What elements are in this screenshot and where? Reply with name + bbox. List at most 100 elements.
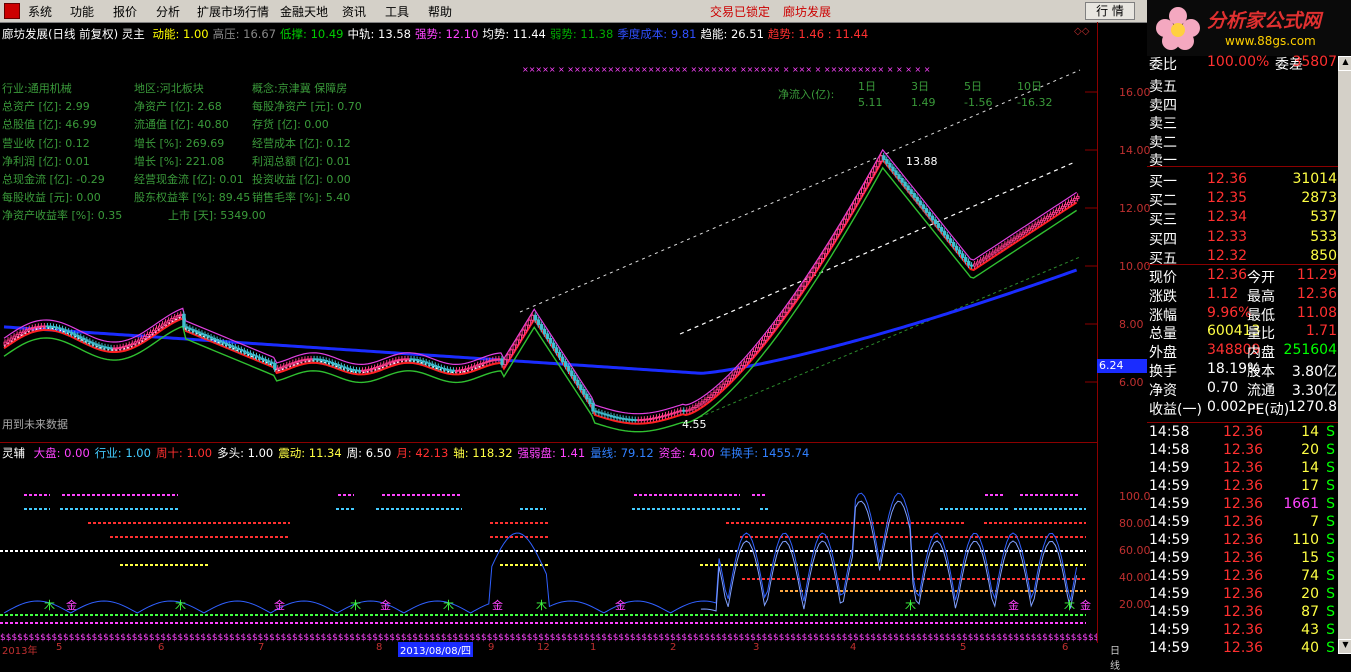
sub-chart-panel[interactable]: 灵辅 大盘: 0.00 行业: 1.00 周十: 1.00 多头: 1.00 震动: 1… [0,442,1098,643]
tick-price: 12.36 [1223,604,1264,620]
year-label: 2013年 [2,646,38,657]
trade-lock-status[interactable]: 交易已锁定 [710,3,770,20]
sell-level[interactable]: 卖四 [1147,95,1351,114]
fundamental-item: 流通值 [亿]: 40.80 [134,118,229,132]
tick-volume: 20 [1301,442,1319,458]
menu-finance[interactable]: 金融天地 [280,3,328,20]
stat-value: 9.96% [1207,304,1252,321]
price-axis: 16.00 14.00 12.00 10.00 8.00 6.00 6.24 1… [1097,22,1151,642]
buy-level[interactable]: 买一 12.36 31014 [1147,171,1351,190]
sell-level[interactable]: 卖三 [1147,113,1351,132]
menu-help[interactable]: 帮助 [428,3,452,20]
app-icon[interactable] [4,3,20,19]
menu-tools[interactable]: 工具 [385,3,409,20]
tick-price: 12.36 [1223,442,1264,458]
tick-side: S [1326,442,1335,458]
stat-value: 1.12 [1207,285,1239,302]
date-tick: 1 [590,642,597,653]
tick-price: 12.36 [1223,532,1264,548]
price-tick: 6.00 [1119,376,1144,389]
buy-price: 12.33 [1207,228,1248,245]
buy-level[interactable]: 买二 12.35 2873 [1147,190,1351,209]
tick-row[interactable]: 14:59 12.36 20 S [1147,586,1351,604]
tick-row[interactable]: 14:59 12.36 14 S [1147,460,1351,478]
buy-level[interactable]: 买三 12.34 537 [1147,209,1351,228]
netflow-value: 1.49 [911,96,936,109]
fundamental-item: 销售毛率 [%]: 5.40 [252,191,351,205]
tick-side: S [1326,478,1335,494]
menu-extended-market[interactable]: 扩展市场行情 [197,3,269,20]
tick-time: 14:59 [1149,586,1190,602]
netflow-period: 1日 [858,80,876,93]
date-tick: 6 [158,642,165,653]
quote-button[interactable]: 行 情 [1085,2,1135,20]
menu-analysis[interactable]: 分析 [156,3,180,20]
menu-system[interactable]: 系统 [28,3,52,20]
date-tick: 6 [1062,642,1069,653]
stat-row: 换手 18.19% 股本 3.80亿 [1147,361,1351,380]
signal-marker: 木 [905,599,916,612]
tick-row[interactable]: 14:59 12.36 87 S [1147,604,1351,622]
tick-row[interactable]: 14:59 12.36 43 S [1147,622,1351,640]
tick-volume: 87 [1301,604,1319,620]
scroll-up-icon[interactable]: ▲ [1338,56,1351,71]
tick-volume: 1661 [1283,496,1319,512]
tick-price: 12.36 [1223,424,1264,440]
menu-function[interactable]: 功能 [70,3,94,20]
divider [1147,264,1351,265]
stat-value: 0.002 [1207,398,1248,415]
tick-row[interactable]: 14:58 12.36 14 S [1147,424,1351,442]
tick-row[interactable]: 14:59 12.36 110 S [1147,532,1351,550]
stat-row: 涨跌 1.12 最高 12.36 [1147,285,1351,305]
netflow-period: 3日 [911,80,929,93]
fundamental-item: 投资收益 [亿]: 0.00 [252,173,351,186]
signal-marker: 金 [274,598,285,612]
site-logo: 分析家公式网 www.88gs.com [1147,0,1351,56]
tick-time: 14:59 [1149,514,1190,530]
stat-label: 量比 [1247,326,1275,343]
tick-row[interactable]: 14:59 12.36 74 S [1147,568,1351,586]
tick-row[interactable]: 14:59 12.36 1661 S [1147,496,1351,514]
sub-tick: 40.00 [1119,571,1151,584]
buy-price: 12.34 [1207,209,1248,226]
tick-time: 14:59 [1149,622,1190,638]
tick-row[interactable]: 14:58 12.36 20 S [1147,442,1351,460]
fundamental-item: 每股净资产 [元]: 0.70 [252,100,362,114]
tick-row[interactable]: 14:59 12.36 17 S [1147,478,1351,496]
tick-side: S [1326,514,1335,530]
diamond-icon[interactable]: ◇◇ [1074,26,1090,37]
tick-row[interactable]: 14:59 12.36 7 S [1147,514,1351,532]
stat-label: PE(动) [1247,401,1290,418]
sell-level[interactable]: 卖五 [1147,76,1351,95]
sell-level-label: 卖一 [1149,153,1177,169]
signal-marker: 金 [492,598,503,612]
stat-value: 12.36 [1207,267,1248,283]
sell-level-label: 卖二 [1149,134,1177,151]
tick-price: 12.36 [1223,514,1264,530]
fundamental-item: 净资产收益率 [%]: 0.35 [2,209,123,223]
menu-quote[interactable]: 报价 [113,3,137,20]
stat-label: 内盘 [1247,345,1275,362]
tick-row[interactable]: 14:59 12.36 15 S [1147,550,1351,568]
netflow-value: -1.56 [964,96,993,109]
sell-level[interactable]: 卖二 [1147,132,1351,151]
tick-side: S [1326,532,1335,548]
logo-title: 分析家公式网 [1207,10,1322,32]
sub-chart-canvas[interactable]: 木金木金木金木金木金木金木金 $$$$$$$$$$$$$$$$$$$$$$$$$… [0,443,1097,643]
tick-row[interactable]: 14:59 12.36 40 S [1147,640,1351,658]
date-tick: 12 [537,642,550,653]
high-price-label: 13.88 [906,155,938,168]
period-label[interactable]: 日线 [1110,642,1120,672]
tick-volume: 17 [1301,478,1319,494]
quote-scrollbar[interactable]: ▲ ▼ [1338,56,1351,654]
buy-level[interactable]: 买四 12.33 533 [1147,228,1351,248]
scroll-down-icon[interactable]: ▼ [1338,639,1351,654]
stat-row: 总量 600413 量比 1.71 [1147,323,1351,343]
tick-time: 14:59 [1149,460,1190,476]
fundamental-item: 总现金流 [亿]: -0.29 [2,173,105,186]
fundamental-item: 净资产 [亿]: 2.68 [134,100,222,114]
menu-news[interactable]: 资讯 [342,3,366,20]
sub-tick: 80.00 [1119,517,1151,530]
buy-volume: 533 [1310,228,1337,245]
main-chart-panel[interactable]: 廊坊发展(日线 前复权) 灵主 动能: 1.00 高压: 16.67 低撑: 10.… [0,22,1098,442]
